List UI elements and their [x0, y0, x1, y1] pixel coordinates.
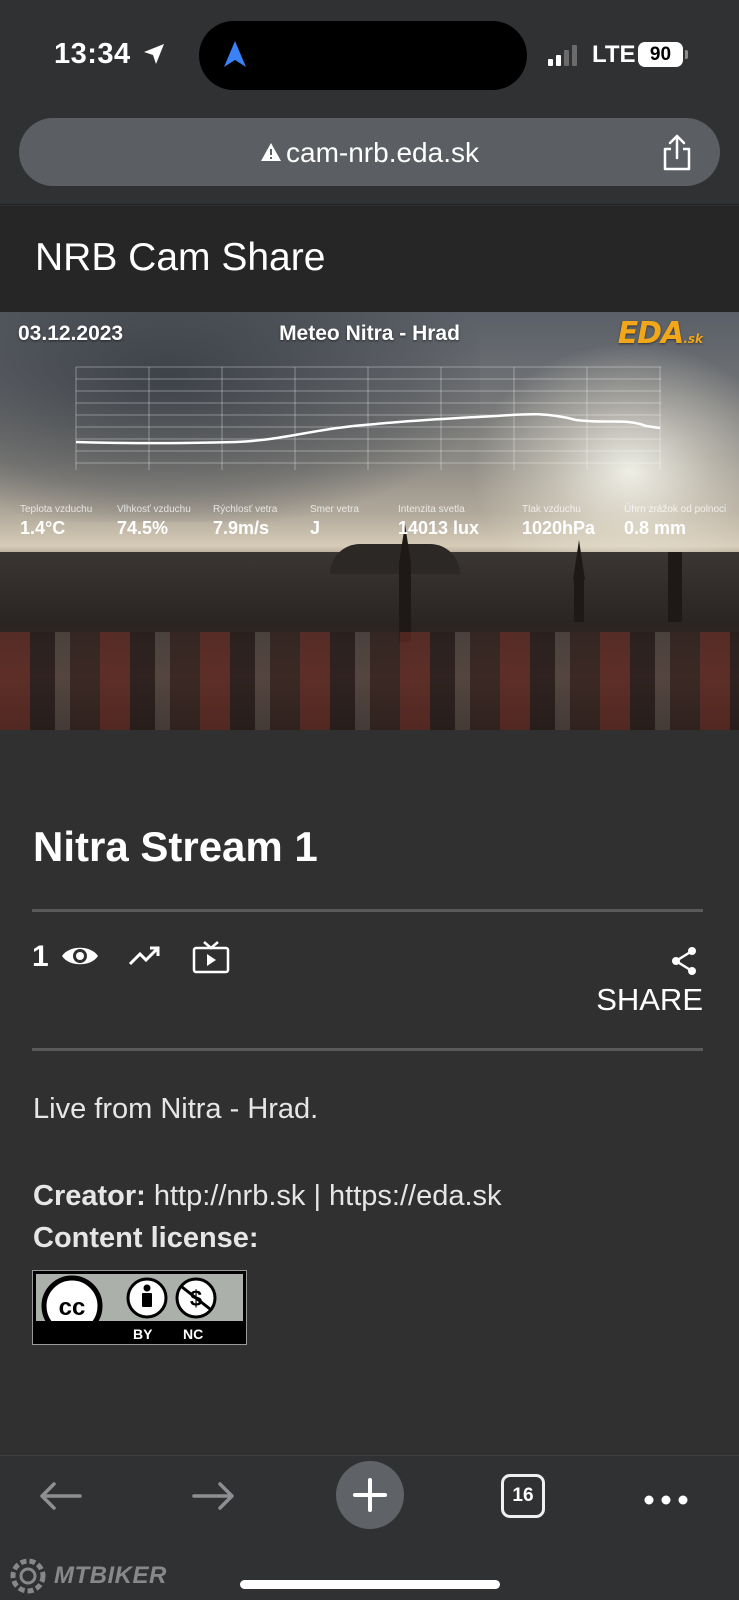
- status-bar: 13:34 LTE 90: [0, 0, 739, 108]
- cc-icons: cc $: [41, 1275, 217, 1337]
- watermark-text: MTBIKER: [54, 1562, 167, 1589]
- metric-temperature: Teplota vzduchu 1.4°C: [20, 504, 93, 538]
- cc-by-label: BY: [133, 1326, 153, 1342]
- share-icon[interactable]: [660, 134, 694, 177]
- site-header: NRB Cam Share: [0, 206, 739, 312]
- signal-strength-icon: [548, 44, 577, 66]
- metric-precipitation: Úhrn zrážok od polnoci 0.8 mm: [624, 504, 727, 538]
- license-label: Content license:: [33, 1222, 259, 1254]
- tab-switcher-button[interactable]: 16: [501, 1474, 545, 1518]
- cc-license-badge[interactable]: cc $ BY NC: [32, 1270, 247, 1345]
- creator-label: Creator:: [33, 1180, 146, 1212]
- battery-tip: [685, 50, 688, 59]
- navigation-arrow-icon: [221, 39, 249, 74]
- page-title[interactable]: NRB Cam Share: [35, 236, 325, 280]
- tv-icon[interactable]: [192, 940, 230, 979]
- eda-logo: EDA.sk: [617, 316, 703, 351]
- divider: [32, 909, 703, 912]
- eye-icon: [60, 942, 100, 975]
- new-tab-button[interactable]: [336, 1461, 404, 1529]
- url-text: cam-nrb.eda.sk: [286, 137, 479, 168]
- metric-wind-direction: Smer vetra J: [310, 504, 359, 538]
- dynamic-island: [199, 21, 527, 90]
- back-icon[interactable]: [38, 1481, 82, 1516]
- metric-humidity: Vlhkosť vzduchu 74.5%: [117, 504, 191, 538]
- battery-indicator: 90: [638, 42, 683, 67]
- video-player[interactable]: 03.12.2023 Meteo Nitra - Hrad EDA.sk Tep…: [0, 312, 739, 730]
- browser-bottom-bar: 16 MTBIKER: [0, 1455, 739, 1600]
- warning-icon: [260, 137, 282, 169]
- network-type: LTE: [592, 41, 636, 68]
- trending-icon[interactable]: [128, 944, 164, 973]
- video-spire: [573, 540, 585, 580]
- video-tower: [668, 552, 682, 622]
- cc-badge-labels: BY NC: [33, 1324, 246, 1344]
- address-bar[interactable]: cam-nrb.eda.sk: [19, 118, 720, 186]
- more-icon[interactable]: [644, 1492, 688, 1510]
- metric-wind-speed: Rýchlosť vetra 7.9m/s: [213, 504, 278, 538]
- stream-title: Nitra Stream 1: [33, 823, 318, 870]
- url-display[interactable]: cam-nrb.eda.sk: [19, 137, 720, 169]
- share-icon[interactable]: [670, 946, 698, 981]
- video-castle-hill: [330, 544, 460, 574]
- divider: [32, 1048, 703, 1051]
- home-indicator[interactable]: [240, 1580, 500, 1589]
- location-arrow-icon: [142, 42, 166, 71]
- browser-toolbar: cam-nrb.eda.sk: [0, 108, 739, 205]
- cc-nc-label: NC: [183, 1326, 204, 1342]
- metric-pressure: Tlak vzduchu 1020hPa: [522, 504, 596, 538]
- svg-text:cc: cc: [59, 1294, 86, 1321]
- cc-badge-top: cc $: [36, 1274, 243, 1337]
- forward-icon[interactable]: [192, 1481, 236, 1516]
- share-button[interactable]: SHARE: [596, 982, 703, 1018]
- viewer-count: 1: [32, 940, 49, 973]
- gear-icon: [10, 1558, 46, 1594]
- status-time: 13:34: [54, 38, 131, 70]
- creator-line: Creator: http://nrb.sk | https://eda.sk: [33, 1180, 502, 1213]
- stream-description: Live from Nitra - Hrad.: [33, 1093, 319, 1125]
- watermark: MTBIKER: [8, 1556, 167, 1596]
- creator-value[interactable]: http://nrb.sk | https://eda.sk: [154, 1180, 502, 1212]
- video-roofs: [0, 632, 739, 730]
- overlay-graph: [75, 366, 661, 470]
- video-tower: [399, 562, 411, 642]
- metric-light: Intenzita svetla 14013 lux: [398, 504, 480, 538]
